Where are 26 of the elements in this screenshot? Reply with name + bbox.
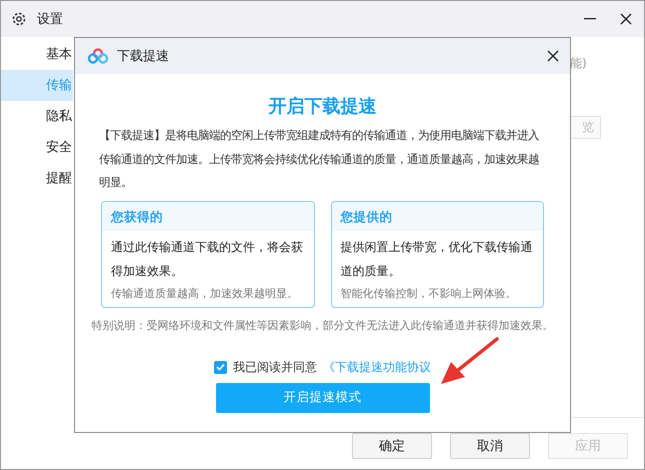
dialog-title: 下载提速 [117, 48, 170, 65]
description-text: 【下载提速】是将电脑端的空闲上传带宽组建成特有的传输通道，为使用电脑端下载并进入传输通道的文件加速。上传带宽将会持续优化传输通道的质量，通道质量越高，加速效果越明显。 [99, 127, 540, 191]
sidebar-item[interactable]: 提醒 [1, 163, 73, 194]
settings-icon [11, 11, 27, 27]
card-title: 您提供的 [332, 202, 543, 230]
minimize-icon[interactable] [584, 18, 596, 20]
close-icon[interactable] [547, 50, 559, 62]
card-note: 智能化传输控制，不影响上网体验。 [340, 286, 518, 300]
sidebar-item[interactable]: 隐私 [1, 101, 73, 132]
agreement-label: 我已阅读并同意 [233, 358, 317, 376]
sidebar-item[interactable]: 安全 [1, 132, 73, 163]
option-text: 能) [570, 55, 587, 72]
dialog-heading: 开启下载提速 [268, 95, 378, 118]
close-icon[interactable] [620, 13, 632, 25]
footer-button[interactable]: 确定 [352, 433, 432, 459]
arrow-annotation [441, 337, 499, 384]
card-note: 传输通道质量越高，加速效果越明显。 [110, 286, 299, 300]
card-title: 您获得的 [102, 202, 314, 230]
sidebar-item[interactable]: 基本 [1, 39, 73, 70]
agree-checkbox[interactable] [214, 360, 227, 374]
card-body-text: 通过此传输通道下载的文件，将会获得加速效果。 [110, 238, 304, 280]
window-title: 设置 [37, 11, 64, 28]
special-note: 特别说明：受网络环境和文件属性等因素影响，部分文件无法进入此传输通道并获得加速效果。 [90, 318, 554, 332]
cloud-logo-icon [87, 48, 109, 64]
footer-button[interactable]: 取消 [450, 433, 530, 459]
card-body-text: 提供闲置上传带宽，优化下载传输通道的质量。 [340, 238, 534, 280]
